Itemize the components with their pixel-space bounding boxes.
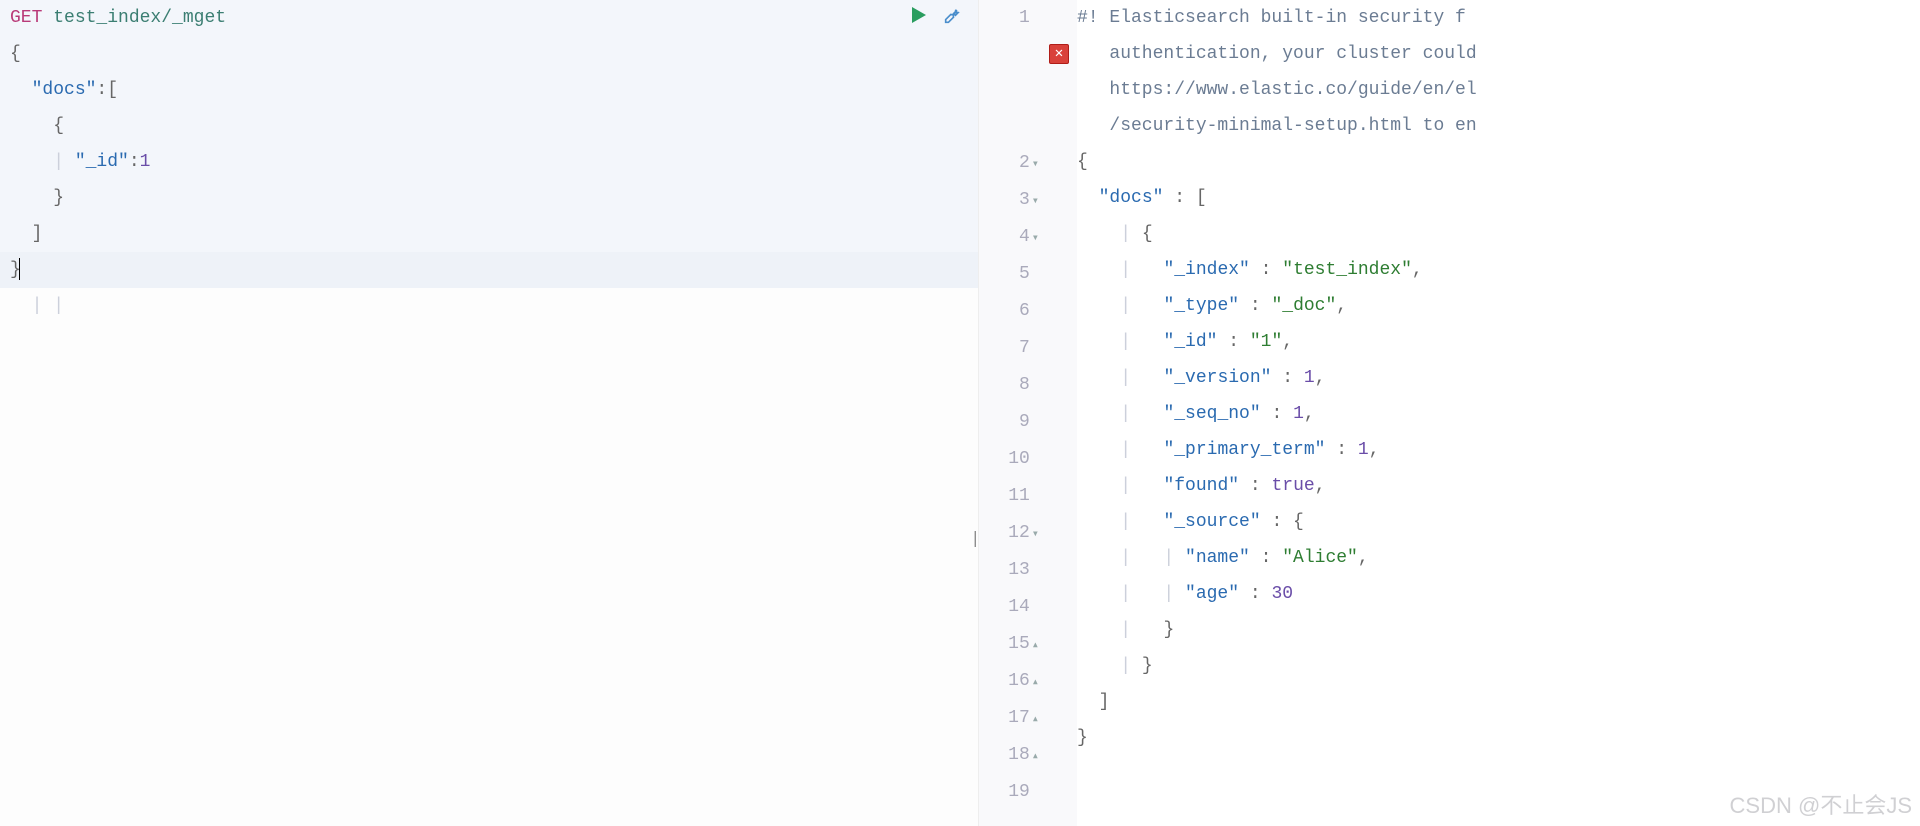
text-cursor [19,258,21,280]
line-number: 6 [979,293,1039,330]
line-number: 16▴ [979,663,1039,700]
response-line: | "_primary_term" : 1, [1077,432,1920,468]
response-line: | "found" : true, [1077,468,1920,504]
request-line[interactable]: { [10,36,978,72]
request-line[interactable]: { [10,108,978,144]
response-line: | { [1077,216,1920,252]
request-code[interactable]: GET test_index/_mget { "docs":[ { | "_id"… [0,0,978,324]
http-method: GET [10,8,42,28]
line-number: 9 [979,404,1039,441]
request-endpoint: test_index/_mget [53,8,226,28]
pane-drag-handle[interactable]: ‖ [972,528,978,548]
line-number: 15▴ [979,626,1039,663]
response-line: /security-minimal-setup.html to en [1077,108,1920,144]
request-line[interactable]: | "_id":1 [10,144,978,180]
request-line[interactable]: ] [10,216,978,252]
response-line: } [1077,720,1920,756]
line-number: 1 [979,0,1039,37]
request-line[interactable]: } [10,180,978,216]
response-line: | "_type" : "_doc", [1077,288,1920,324]
line-number: 7 [979,330,1039,367]
request-actions [910,4,964,32]
line-number: 19 [979,774,1039,811]
response-line: ] [1077,684,1920,720]
response-gutter: 1 2▾3▾4▾5 6 7 8 9 10 11 12▾13 14 15▴16▴1… [979,0,1049,826]
response-line: | "_index" : "test_index", [1077,252,1920,288]
line-number: 10 [979,441,1039,478]
line-number: 11 [979,478,1039,515]
line-number: 17▴ [979,700,1039,737]
line-number: 3▾ [979,182,1039,219]
console-root: GET test_index/_mget { "docs":[ { | "_id"… [0,0,1920,826]
response-line: | "_version" : 1, [1077,360,1920,396]
error-badge[interactable]: ✕ [1049,44,1069,64]
response-line: | "_seq_no" : 1, [1077,396,1920,432]
response-line [1077,756,1920,792]
line-number: 5 [979,256,1039,293]
response-line: | "_source" : { [1077,504,1920,540]
response-annotation-gutter: ✕ [1049,0,1077,826]
request-line[interactable]: } [10,252,978,288]
line-number: 18▴ [979,737,1039,774]
line-number: 13 [979,552,1039,589]
request-editor[interactable]: GET test_index/_mget { "docs":[ { | "_id"… [0,0,978,826]
response-line: | | "age" : 30 [1077,576,1920,612]
response-line: | | "name" : "Alice", [1077,540,1920,576]
response-viewer: 1 2▾3▾4▾5 6 7 8 9 10 11 12▾13 14 15▴16▴1… [978,0,1920,826]
response-code[interactable]: #! Elasticsearch built-in security f aut… [1077,0,1920,826]
line-number: 14 [979,589,1039,626]
response-line: "docs" : [ [1077,180,1920,216]
line-number: 12▾ [979,515,1039,552]
request-line[interactable]: "docs":[ [10,72,978,108]
line-number: 4▾ [979,219,1039,256]
watermark: CSDN @不止会JS [1730,788,1912,820]
wrench-icon[interactable] [942,4,964,32]
run-request-button[interactable] [910,6,928,30]
response-line: authentication, your cluster could [1077,36,1920,72]
response-line: | } [1077,612,1920,648]
response-line: https://www.elastic.co/guide/en/el [1077,72,1920,108]
response-line: { [1077,144,1920,180]
line-number: 8 [979,367,1039,404]
response-line: | } [1077,648,1920,684]
response-line: | "_id" : "1", [1077,324,1920,360]
line-number: 2▾ [979,145,1039,182]
response-line: #! Elasticsearch built-in security f [1077,0,1920,36]
